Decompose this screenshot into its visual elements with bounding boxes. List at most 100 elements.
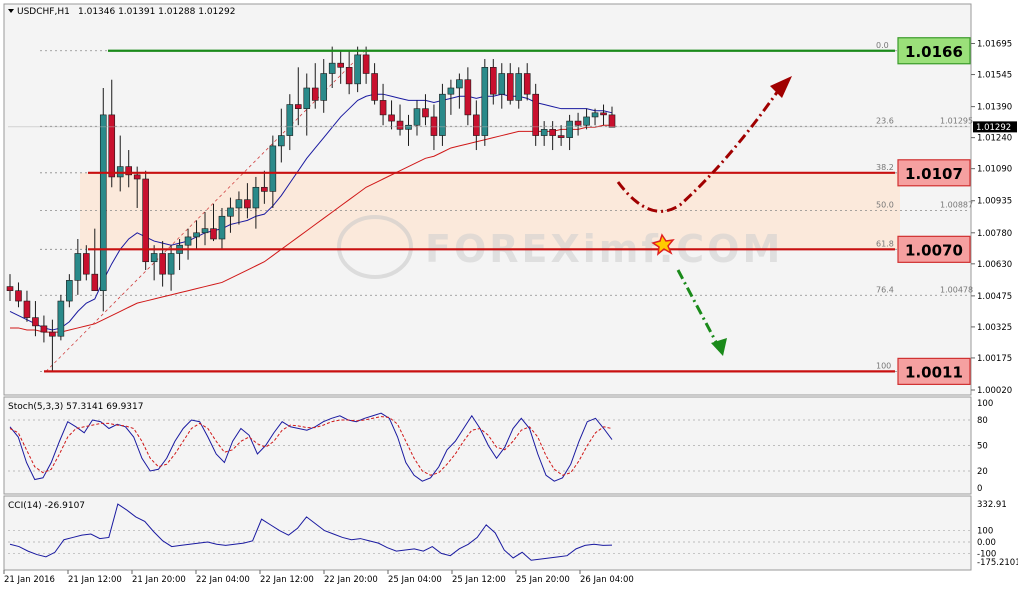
bear-candle [422, 108, 429, 118]
cci-tick-label: -175.2101 [977, 558, 1018, 568]
ohlc-readout: 1.01346 1.01391 1.01288 1.01292 [78, 7, 235, 17]
bear-candle [371, 73, 378, 101]
bull-candle [286, 104, 294, 136]
bear-candle [91, 273, 99, 292]
stoch-tick-label: 20 [977, 467, 988, 477]
bull-candle [66, 280, 73, 302]
time-tick-label: 22 Jan 12:00 [260, 575, 314, 585]
time-tick-label: 26 Jan 04:00 [580, 575, 634, 585]
cci-pane[interactable] [3, 495, 972, 571]
bull-candle [193, 232, 200, 238]
bear-candle [210, 228, 217, 240]
bull-candle [99, 114, 107, 292]
bear-candle [379, 100, 387, 116]
bull-candle [481, 67, 489, 136]
fib-price-label: 1.01295 [940, 116, 973, 125]
level-label: 1.0011 [905, 363, 963, 381]
price-tick-label: 1.01390 [977, 103, 1012, 113]
level-label: 1.0166 [905, 43, 963, 61]
bear-candle [159, 253, 166, 275]
price-tick-label: 1.01695 [977, 40, 1012, 50]
bear-candle [532, 93, 539, 136]
bear-candle [388, 114, 395, 122]
stochastic-header: Stoch(5,3,3) 57.3141 69.9317 [8, 402, 143, 412]
bull-candle [354, 54, 361, 85]
bear-candle [345, 67, 353, 85]
bull-candle [269, 145, 277, 192]
stoch-tick-label: 50 [977, 442, 988, 452]
price-tick-label: 1.00935 [977, 197, 1012, 207]
bull-candle [150, 253, 158, 263]
bear-candle [49, 331, 56, 337]
bull-candle [439, 93, 446, 136]
bear-candle [362, 54, 370, 74]
fib-ratio-label: 100 [876, 361, 891, 370]
price-tick-label: 1.00630 [977, 260, 1012, 270]
bull-candle [227, 207, 234, 217]
bull-candle [447, 87, 455, 95]
time-tick-label: 21 Jan 12:00 [68, 575, 122, 585]
cci-tick-label: 332.91 [977, 500, 1007, 510]
time-tick-label: 25 Jan 12:00 [452, 575, 506, 585]
bear-candle [244, 199, 251, 209]
bull-candle [515, 73, 523, 101]
bear-candle [15, 290, 22, 302]
bull-candle [328, 62, 336, 74]
bear-candle [464, 79, 472, 116]
bull-candle [320, 73, 328, 101]
bull-candle [498, 73, 506, 95]
bear-candle [473, 114, 480, 136]
bull-candle [405, 124, 412, 130]
bear-candle [32, 317, 39, 327]
level-label: 1.0107 [905, 165, 963, 183]
bear-candle [523, 73, 531, 95]
level-label: 1.0070 [905, 241, 963, 259]
time-tick-label: 22 Jan 20:00 [324, 575, 378, 585]
price-tick-label: 1.00325 [977, 323, 1012, 333]
bear-candle [549, 129, 556, 136]
bull-candle [413, 108, 421, 126]
stoch-tick-label: 0 [977, 484, 982, 494]
bull-candle [252, 186, 260, 209]
bull-candle [566, 120, 573, 138]
bear-candle [489, 67, 497, 95]
bear-candle [337, 62, 344, 68]
price-tick-label: 1.00020 [977, 386, 1012, 396]
bull-candle [201, 228, 209, 234]
time-tick-label: 25 Jan 20:00 [516, 575, 570, 585]
bear-candle [133, 174, 141, 180]
bull-candle [218, 215, 226, 240]
cci-header: CCI(14) -26.9107 [8, 501, 85, 511]
bull-candle [278, 135, 285, 147]
bear-candle [108, 114, 116, 178]
bear-candle [506, 73, 514, 101]
time-tick-label: 21 Jan 2016 [4, 575, 55, 585]
fib-price-label: 1.00887 [940, 201, 973, 210]
fib-ratio-label: 0.0 [876, 41, 889, 50]
bear-candle [608, 114, 616, 128]
current-price-label: 1.01292 [976, 123, 1011, 133]
price-tick-label: 1.00475 [977, 292, 1012, 302]
bear-candle [557, 135, 565, 138]
time-tick-label: 25 Jan 04:00 [388, 575, 442, 585]
bull-candle [57, 300, 65, 337]
bear-candle [600, 112, 607, 116]
bear-candle [294, 104, 302, 109]
trading-chart-window: 0.0 23.6 1.01295 38.2 50.0 1.00887 61.8 76.4 1.0… [0, 0, 1018, 591]
price-tick-label: 1.00175 [977, 354, 1012, 364]
cci-tick-label: 100 [977, 527, 993, 537]
bear-candle [83, 253, 90, 275]
bear-candle [23, 300, 31, 318]
fib-ratio-label: 38.2 [876, 163, 894, 172]
bear-candle [311, 87, 319, 101]
fib-price-label: 1.00478 [940, 285, 973, 294]
bear-candle [396, 120, 404, 130]
bull-candle [583, 116, 590, 126]
fib-ratio-label: 23.6 [876, 116, 894, 125]
bear-candle [430, 116, 438, 136]
price-tick-label: 1.01240 [977, 134, 1012, 144]
bull-candle [303, 87, 311, 109]
bull-candle [184, 236, 192, 246]
bull-candle [540, 129, 548, 136]
chart-canvas: 0.0 23.6 1.01295 38.2 50.0 1.00887 61.8 76.4 1.0… [0, 0, 1018, 591]
